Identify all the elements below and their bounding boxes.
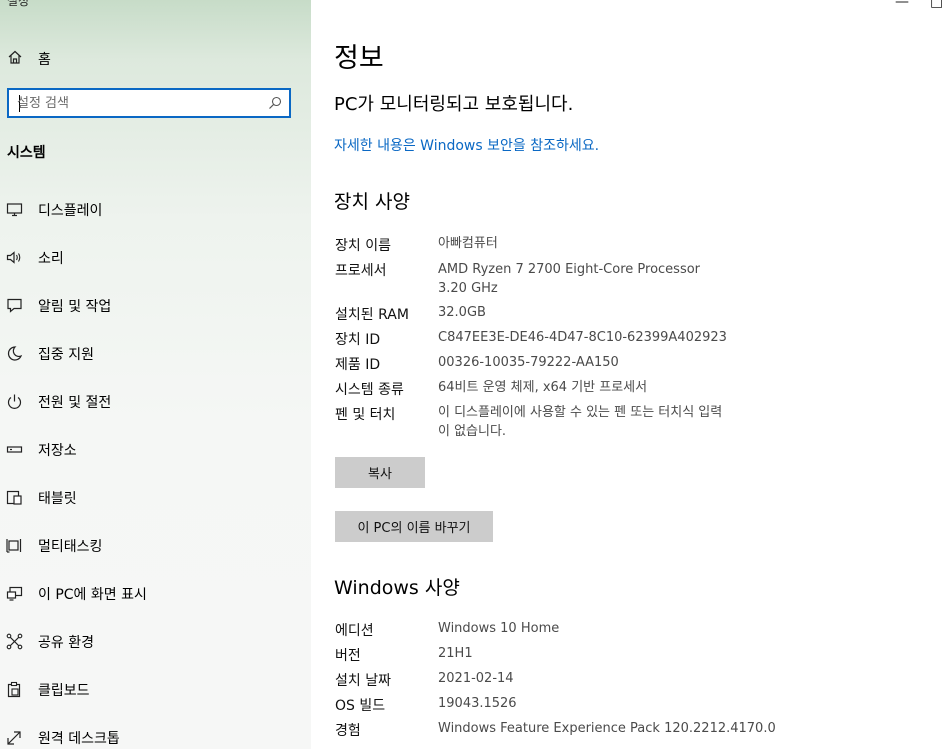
section-title-system: 시스템	[7, 145, 46, 161]
spec-value-ram: 32.0GB	[438, 305, 486, 320]
settings-window: 설정 홈 시스템 디스플레이	[0, 0, 943, 749]
sidebar-item-shared-experiences[interactable]: 공유 환경	[0, 621, 311, 661]
windows-security-link[interactable]: 자세한 내용은 Windows 보안을 참조하세요.	[334, 135, 599, 155]
sidebar-item-clipboard[interactable]: 클립보드	[0, 669, 311, 709]
protection-status: PC가 모니터링되고 보호됩니다.	[334, 94, 574, 115]
spec-value-processor: AMD Ryzen 7 2700 Eight-Core Processor	[438, 262, 701, 277]
sidebar-item-label: 원격 데스크톱	[38, 731, 120, 747]
sidebar-item-storage[interactable]: 저장소	[0, 429, 311, 469]
moon-icon	[7, 346, 23, 361]
device-specs-heading: 장치 사양	[334, 191, 410, 213]
clipboard-icon	[7, 681, 21, 698]
spec-label-version: 버전	[335, 648, 361, 664]
spec-label-system-type: 시스템 종류	[335, 382, 404, 398]
sidebar-item-notifications[interactable]: 알림 및 작업	[0, 285, 311, 325]
spec-label-edition: 에디션	[335, 623, 374, 639]
sidebar-item-label: 저장소	[38, 443, 77, 459]
notification-icon	[7, 298, 22, 313]
sidebar-item-display[interactable]: 디스플레이	[0, 189, 311, 229]
spec-label-product-id: 제품 ID	[335, 357, 381, 373]
sidebar-item-project[interactable]: 이 PC에 화면 표시	[0, 573, 311, 613]
tablet-icon	[6, 490, 22, 505]
copy-button[interactable]: 복사	[335, 457, 425, 488]
sidebar-item-label: 클립보드	[38, 683, 90, 699]
spec-label-experience: 경험	[335, 723, 361, 739]
windows-specs-heading: Windows 사양	[334, 577, 460, 599]
multitasking-icon	[6, 539, 22, 553]
search-icon[interactable]	[268, 96, 282, 110]
minimize-button[interactable]: —	[895, 0, 909, 10]
spec-value-experience: Windows Feature Experience Pack 120.2212…	[438, 721, 776, 736]
sidebar-item-label: 소리	[38, 251, 64, 267]
spec-label-install-date: 설치 날짜	[335, 673, 391, 689]
power-icon	[7, 394, 22, 409]
sidebar-item-label: 공유 환경	[38, 635, 94, 651]
spec-label-pen-touch: 펜 및 터치	[335, 407, 396, 423]
spec-label-ram: 설치된 RAM	[335, 307, 409, 323]
sidebar-item-label: 태블릿	[38, 491, 77, 507]
spec-label-device-name: 장치 이름	[335, 238, 391, 254]
remote-desktop-icon	[7, 731, 21, 745]
spec-value-processor-speed: 3.20 GHz	[438, 281, 498, 296]
spec-value-product-id: 00326-10035-79222-AA150	[438, 355, 619, 370]
spec-label-os-build: OS 빌드	[335, 698, 386, 714]
project-icon	[6, 586, 23, 601]
spec-value-install-date: 2021-02-14	[438, 671, 514, 686]
shared-experience-icon	[6, 633, 23, 650]
search-box[interactable]	[7, 88, 291, 118]
home-label: 홈	[38, 52, 51, 68]
spec-value-system-type: 64비트 운영 체제, x64 기반 프로세서	[438, 380, 648, 395]
sidebar-item-label: 이 PC에 화면 표시	[38, 587, 147, 603]
spec-label-processor: 프로세서	[335, 263, 387, 279]
sidebar-item-label: 멀티태스킹	[38, 539, 103, 555]
monitor-icon	[6, 203, 23, 217]
spec-value-pen-touch-cont: 이 없습니다.	[438, 424, 507, 439]
spec-value-pen-touch: 이 디스플레이에 사용할 수 있는 펜 또는 터치식 입력	[438, 405, 723, 420]
home-icon	[8, 50, 22, 64]
sidebar-item-sound[interactable]: 소리	[0, 237, 311, 277]
spec-label-device-id: 장치 ID	[335, 332, 381, 348]
sidebar-item-label: 알림 및 작업	[38, 299, 112, 315]
main-content: — □ 정보 PC가 모니터링되고 보호됩니다. 자세한 내용은 Windows…	[311, 0, 943, 749]
sidebar-item-label: 집중 지원	[38, 347, 94, 363]
sidebar-item-label: 전원 및 절전	[38, 395, 112, 411]
rename-pc-button[interactable]: 이 PC의 이름 바꾸기	[335, 511, 493, 542]
sidebar-item-remote-desktop[interactable]: 원격 데스크톱	[0, 717, 311, 749]
spec-value-device-name: 아빠컴퓨터	[438, 236, 498, 251]
sidebar-item-multitasking[interactable]: 멀티태스킹	[0, 525, 311, 565]
page-title: 정보	[334, 43, 384, 74]
sidebar-item-tablet[interactable]: 태블릿	[0, 477, 311, 517]
sidebar-item-power[interactable]: 전원 및 절전	[0, 381, 311, 421]
home-nav-item[interactable]: 홈	[0, 44, 311, 72]
sidebar: 설정 홈 시스템 디스플레이	[0, 0, 311, 749]
spec-value-version: 21H1	[438, 646, 473, 661]
search-input[interactable]	[17, 94, 257, 112]
maximize-button[interactable]: □	[930, 0, 943, 10]
sidebar-item-label: 디스플레이	[38, 203, 103, 219]
spec-value-os-build: 19043.1526	[438, 696, 517, 711]
sidebar-item-focus-assist[interactable]: 집중 지원	[0, 333, 311, 373]
speaker-icon	[6, 251, 21, 264]
spec-value-edition: Windows 10 Home	[438, 621, 560, 636]
storage-icon	[6, 446, 23, 453]
app-title: 설정	[7, 0, 30, 8]
spec-value-device-id: C847EE3E-DE46-4D47-8C10-62399A402923	[438, 330, 727, 345]
